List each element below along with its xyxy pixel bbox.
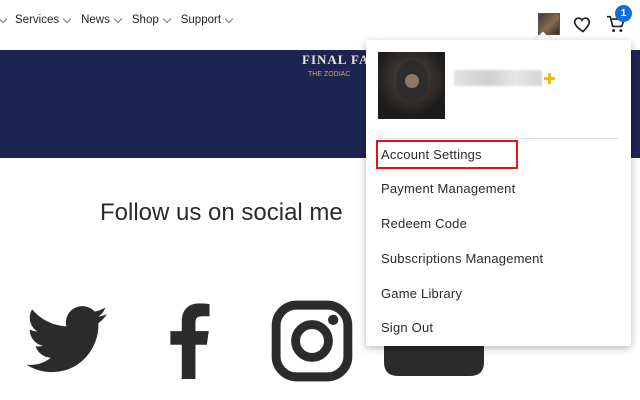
profile-avatar[interactable] — [378, 52, 445, 119]
nav-item-shop[interactable]: Shop — [132, 14, 173, 26]
wishlist-heart-icon[interactable] — [573, 14, 593, 34]
nav-item-label: News — [81, 14, 110, 26]
menu-item-subscriptions-management[interactable]: Subscriptions Management — [381, 251, 543, 266]
nav-item-label: Support — [180, 14, 222, 26]
cart-count-badge: 1 — [615, 5, 632, 22]
twitter-icon[interactable] — [27, 305, 109, 375]
chevron-down-icon — [224, 14, 234, 23]
playstation-plus-icon — [544, 73, 555, 84]
avatar-face — [405, 74, 419, 88]
nav-item-label: Services — [15, 14, 60, 26]
menu-item-payment-management[interactable]: Payment Management — [381, 181, 515, 196]
facebook-icon[interactable] — [168, 303, 210, 379]
logo-subtext: THE ZODIAC — [308, 71, 351, 78]
menu-item-redeem-code[interactable]: Redeem Code — [381, 216, 467, 231]
menu-divider — [378, 138, 619, 139]
game-logo: FINAL FAN THE ZODIAC — [300, 50, 379, 90]
blurred-username — [454, 70, 542, 86]
nav-item-news[interactable]: News — [81, 14, 124, 26]
chevron-down-icon — [113, 14, 123, 23]
nav-item-services[interactable]: Services — [15, 14, 73, 26]
highlight-box — [376, 140, 518, 169]
chevron-down-icon — [162, 14, 171, 23]
chevron-down-icon[interactable] — [0, 14, 8, 23]
nav-menu: Services News Shop Support — [0, 14, 243, 26]
nav-item-label: Shop — [131, 14, 159, 26]
menu-item-game-library[interactable]: Game Library — [381, 286, 462, 301]
account-dropdown-menu: Account Settings Payment Management Rede… — [366, 40, 631, 346]
social-heading: Follow us on social me — [100, 199, 343, 226]
menu-item-sign-out[interactable]: Sign Out — [381, 320, 433, 335]
nav-item-support[interactable]: Support — [181, 14, 235, 26]
instagram-icon[interactable] — [271, 300, 353, 382]
chevron-down-icon — [62, 14, 72, 23]
